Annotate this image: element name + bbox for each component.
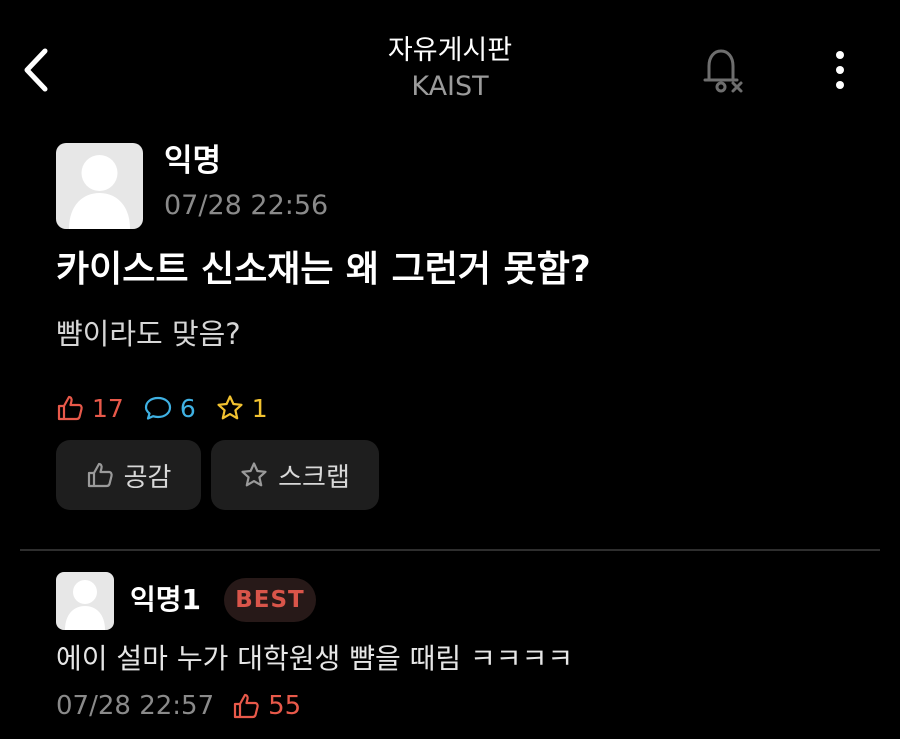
star-icon — [217, 395, 243, 420]
comment-count: 6 — [144, 394, 196, 423]
header-titles: 자유게시판 KAIST — [250, 34, 650, 104]
comment-text: 에이 설마 누가 대학원생 뺨을 때림 ㅋㅋㅋㅋ — [56, 642, 574, 675]
notification-toggle-button[interactable] — [698, 42, 748, 98]
more-vertical-icon — [836, 51, 844, 89]
back-button[interactable] — [14, 42, 58, 98]
board-title: 자유게시판 — [387, 35, 513, 66]
star-icon — [241, 462, 267, 487]
post-stats: 17 6 1 — [56, 388, 288, 428]
thumbs-up-icon — [87, 462, 113, 488]
chevron-left-icon — [24, 48, 48, 92]
comment-meta: 07/28 22:57 55 — [56, 686, 301, 726]
post-body: 뺨이라도 맞음? — [56, 317, 241, 351]
like-button[interactable]: 공감 — [56, 440, 201, 510]
post-author: 익명 — [164, 143, 222, 179]
thumbs-up-icon — [234, 693, 259, 719]
more-options-button[interactable] — [818, 42, 862, 98]
board-subtitle: KAIST — [411, 71, 489, 102]
scrap-count-value: 1 — [251, 393, 268, 423]
bell-off-icon — [703, 49, 743, 93]
top-bar: 자유게시판 KAIST — [0, 0, 900, 120]
comment-avatar — [56, 572, 114, 630]
scrap-button-label: 스크랩 — [278, 462, 350, 493]
post-title: 카이스트 신소재는 왜 그런거 못함? — [56, 249, 591, 290]
avatar — [56, 143, 143, 229]
comment-timestamp: 07/28 22:57 — [56, 691, 215, 721]
like-count: 17 — [56, 394, 124, 423]
thumbs-up-icon — [57, 395, 83, 421]
scrap-count: 1 — [216, 394, 268, 423]
comment-count-value: 6 — [179, 393, 196, 423]
best-badge: BEST — [224, 578, 316, 622]
anonymous-avatar-icon — [69, 155, 130, 229]
comment-icon — [144, 396, 171, 420]
divider — [20, 549, 880, 551]
like-button-label: 공감 — [123, 462, 172, 493]
comment-like-count: 55 — [232, 691, 301, 721]
post-timestamp: 07/28 22:56 — [164, 190, 329, 221]
scrap-button[interactable]: 스크랩 — [211, 440, 379, 510]
anonymous-avatar-icon — [65, 580, 105, 630]
comment-author: 익명1 — [130, 583, 202, 616]
comment-like-count-value: 55 — [268, 691, 302, 721]
like-count-value: 17 — [92, 393, 124, 423]
